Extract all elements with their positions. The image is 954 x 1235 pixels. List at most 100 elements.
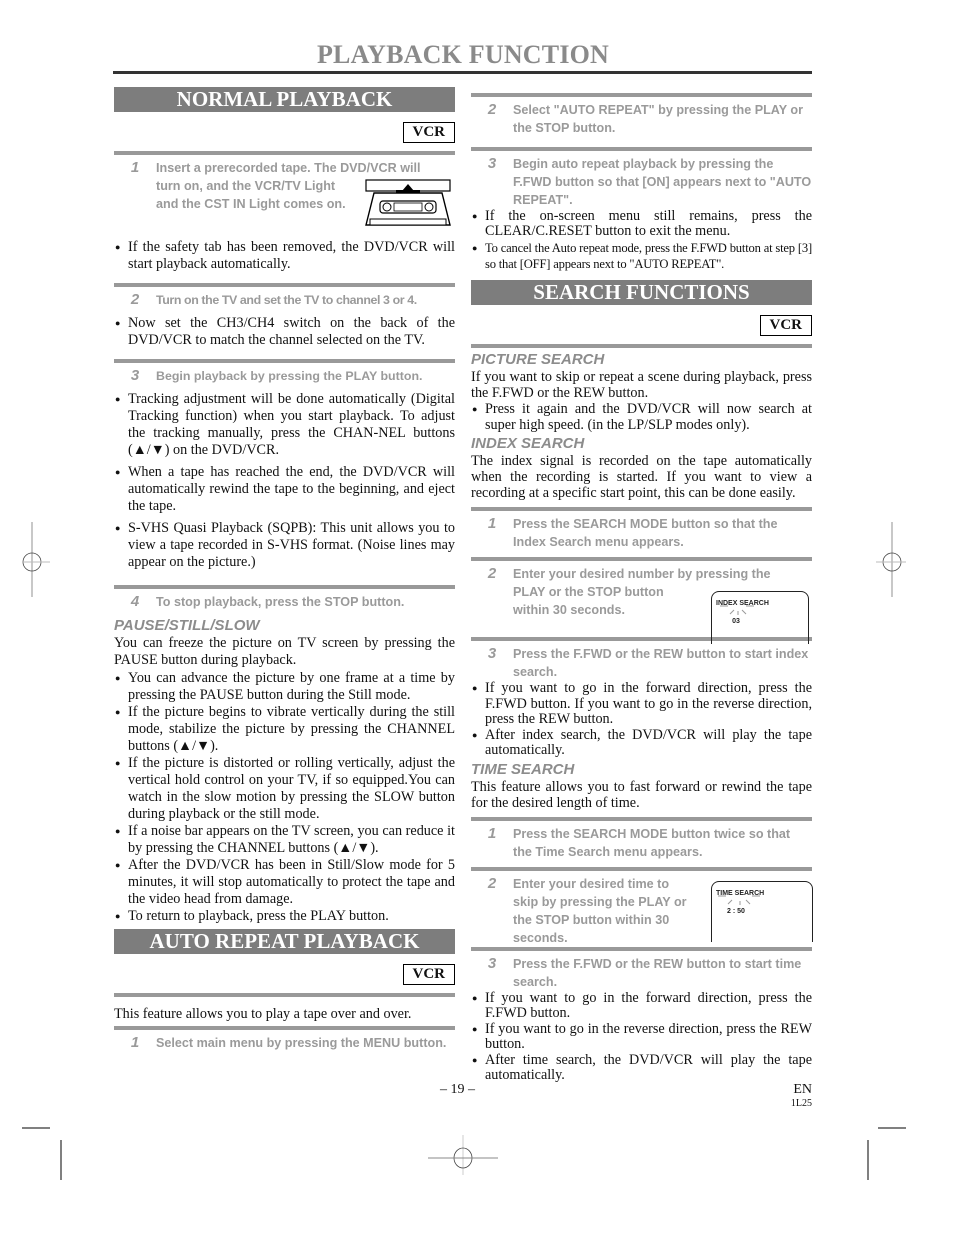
note: If you want to go in the reverse directi…	[471, 1021, 812, 1053]
page-number: – 19 –	[440, 1082, 475, 1097]
subheading-pause-still-slow: PAUSE/STILL/SLOW	[114, 617, 260, 634]
step-text: Begin auto repeat playback by pressing t…	[513, 157, 812, 207]
time-search-osd-screen: TIME SEARCH 2 : 50	[711, 880, 813, 942]
note: Now set the CH3/CH4 switch on the back o…	[114, 315, 455, 349]
step-number: 2	[487, 874, 497, 892]
time-search-intro: This feature allows you to fast forward …	[471, 778, 812, 811]
step-number: 1	[130, 159, 140, 176]
note: Press it again and the DVD/VCR will now …	[471, 401, 812, 433]
note: If you want to go in the forward directi…	[471, 680, 812, 728]
note: Tracking adjustment will be done automat…	[114, 391, 455, 459]
left-column: NORMAL PLAYBACK VCR 1 Insert a prerecord…	[114, 87, 455, 1052]
note: If the safety tab has been removed, the …	[114, 239, 455, 273]
note: You can advance the picture by one frame…	[114, 670, 455, 704]
picture-search-notes: Press it again and the DVD/VCR will now …	[471, 401, 812, 433]
title-rule	[113, 71, 812, 74]
picture-search-intro: If you want to skip or repeat a scene du…	[471, 369, 812, 401]
step-2-notes: Now set the CH3/CH4 switch on the back o…	[114, 315, 455, 349]
subheading-picture-search: PICTURE SEARCH	[471, 351, 605, 368]
section-heading-normal-playback: NORMAL PLAYBACK	[114, 87, 455, 112]
step-text: To stop playback, press the STOP button.	[156, 595, 405, 609]
step-text: Select main menu by pressing the MENU bu…	[156, 1036, 447, 1050]
note: If a noise bar appears on the TV screen,…	[114, 823, 455, 857]
step-number: 1	[130, 1034, 140, 1051]
time-step-2: 2 Enter your desired time to skip by pre…	[471, 871, 813, 947]
registration-mark-left-icon	[22, 522, 50, 597]
auto-repeat-step-1: 1 Select main menu by pressing the MENU …	[114, 1030, 455, 1052]
auto-repeat-notes: If the on-screen menu still remains, pre…	[471, 209, 812, 239]
note: If the picture is distorted or rolling v…	[114, 755, 455, 823]
step-number: 1	[487, 515, 497, 532]
subheading-index-search: INDEX SEARCH	[471, 435, 585, 452]
note: If you want to go in the forward directi…	[471, 990, 812, 1022]
step-text: Begin playback by pressing the PLAY butt…	[156, 369, 423, 383]
step-text: Enter your desired time to skip by press…	[513, 876, 687, 945]
note: To return to playback, press the PLAY bu…	[114, 908, 455, 925]
step-number: 2	[487, 101, 497, 118]
step-text: Enter your desired number by pressing th…	[513, 567, 771, 581]
step-3: 3 Begin playback by pressing the PLAY bu…	[114, 363, 455, 385]
crop-mark-bottom-right-icon	[867, 1127, 906, 1180]
note: S-VHS Quasi Playback (SQPB): This unit a…	[114, 520, 455, 571]
note: To cancel the Auto repeat mode, press th…	[471, 240, 812, 272]
step-number: 2	[130, 291, 140, 308]
note: After index search, the DVD/VCR will pla…	[471, 727, 812, 759]
index-search-osd-screen: INDEX SEARCH 03	[711, 591, 809, 644]
vcr-badge: VCR	[402, 964, 455, 985]
step-text: Select "AUTO REPEAT" by pressing the PLA…	[513, 103, 804, 135]
vcr-badge: VCR	[759, 315, 812, 336]
pause-notes: You can advance the picture by one frame…	[114, 670, 455, 925]
step-number: 3	[487, 645, 497, 662]
step-text: Press the SEARCH MODE button twice so th…	[513, 826, 791, 859]
index-step-1: 1 Press the SEARCH MODE button so that t…	[471, 511, 812, 551]
index-search-intro: The index signal is recorded on the tape…	[471, 453, 812, 501]
step-number: 3	[487, 155, 497, 172]
step-1-notes: If the safety tab has been removed, the …	[114, 239, 455, 273]
section-heading-auto-repeat: AUTO REPEAT PLAYBACK	[114, 929, 455, 954]
pause-intro: You can freeze the picture on TV screen …	[114, 635, 455, 668]
step-number: 3	[487, 954, 497, 972]
step-text: Press the SEARCH MODE button so that the…	[513, 517, 778, 549]
time-step-1: 1 Press the SEARCH MODE button twice so …	[471, 821, 812, 861]
crop-mark-bottom-left-icon	[22, 1127, 62, 1180]
index-step-2: 2 Enter your desired number by pressing …	[471, 561, 812, 644]
step-divider	[114, 993, 455, 997]
step-number: 4	[130, 593, 140, 610]
auto-repeat-step-3: 3 Begin auto repeat playback by pressing…	[471, 151, 812, 209]
vcr-badge: VCR	[402, 122, 455, 143]
section-heading-search-functions: SEARCH FUNCTIONS	[471, 280, 812, 305]
step-text: Insert a prerecorded tape. The DVD/VCR w…	[156, 161, 421, 175]
cassette-tape-icon	[365, 179, 451, 226]
step-2: 2 Turn on the TV and set the TV to chann…	[114, 287, 455, 309]
right-column: 2 Select "AUTO REPEAT" by pressing the P…	[471, 93, 813, 1084]
note: When a tape has reached the end, the DVD…	[114, 464, 455, 515]
time-search-notes: If you want to go in the forward directi…	[471, 990, 812, 1084]
step-number: 1	[487, 824, 497, 842]
language-code: EN	[793, 1082, 812, 1097]
note: If the picture begins to vibrate vertica…	[114, 704, 455, 755]
blink-indicator-icon	[720, 605, 754, 615]
index-search-notes: If you want to go in the forward directi…	[471, 680, 812, 759]
index-step-3: 3 Press the F.FWD or the REW button to s…	[471, 641, 812, 681]
step-text: Press the F.FWD or the REW button to sta…	[513, 956, 802, 989]
step-divider	[471, 344, 812, 348]
step-text-cont: turn on, and the VCR/TV Light and the CS…	[156, 179, 346, 211]
step-text: Turn on the TV and set the TV to channel…	[156, 293, 417, 307]
page-title: PLAYBACK FUNCTION	[316, 40, 610, 69]
step-3-notes: Tracking adjustment will be done automat…	[114, 391, 455, 571]
subheading-time-search: TIME SEARCH	[471, 760, 575, 778]
auto-repeat-step-2: 2 Select "AUTO REPEAT" by pressing the P…	[471, 97, 812, 137]
step-1: 1 Insert a prerecorded tape. The DVD/VCR…	[114, 155, 455, 235]
step-text-cont: PLAY or the STOP button within 30 second…	[513, 585, 664, 617]
note: If the on-screen menu still remains, pre…	[471, 209, 812, 239]
step-number: 3	[130, 367, 140, 384]
step-4: 4 To stop playback, press the STOP butto…	[114, 589, 455, 611]
registration-mark-bottom-icon	[428, 1135, 498, 1175]
blink-indicator-icon	[718, 895, 760, 905]
registration-mark-right-icon	[876, 522, 906, 597]
model-code: 1L25	[790, 1098, 812, 1109]
note: After the DVD/VCR has been in Still/Slow…	[114, 857, 455, 908]
step-text: Press the F.FWD or the REW button to sta…	[513, 647, 809, 679]
step-number: 2	[487, 565, 497, 582]
auto-repeat-intro: This feature allows you to play a tape o…	[114, 1006, 412, 1022]
